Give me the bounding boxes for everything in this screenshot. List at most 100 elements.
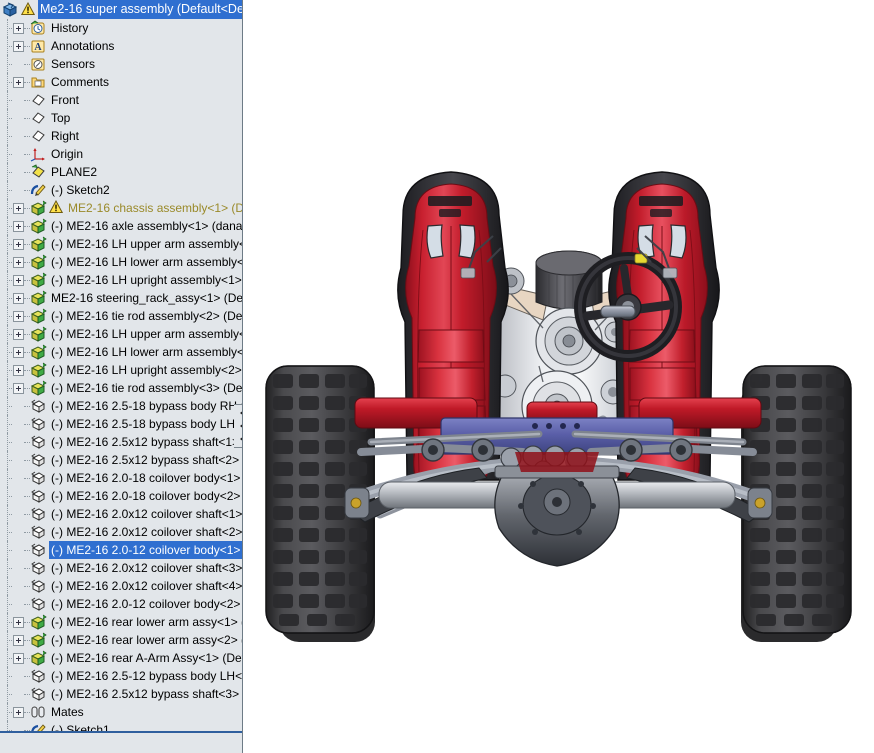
tree-item[interactable]: Front: [0, 91, 242, 109]
tree-item-label: Top: [49, 109, 72, 127]
tree-item-label: (-) ME2-16 tie rod assembly<2> (Defau: [49, 307, 242, 325]
tree-item[interactable]: Right: [0, 127, 242, 145]
tree-flyout-scroll[interactable]: [234, 404, 243, 448]
tree-item[interactable]: Origin: [0, 145, 242, 163]
tree-item[interactable]: (-) ME2-16 rear lower arm assy<1> (D: [0, 613, 242, 631]
tree-item[interactable]: (-) ME2-16 2.5-18 bypass body RH<1>: [0, 397, 242, 415]
tree-item[interactable]: (-) ME2-16 LH upper arm assembly<1: [0, 235, 242, 253]
sketch-icon: [30, 182, 47, 198]
tree-item[interactable]: (-) ME2-16 LH lower arm assembly<1>: [0, 253, 242, 271]
tree-item-label: (-) ME2-16 axle assembly<1> (dana 60: [49, 217, 242, 235]
tree-item[interactable]: (-) ME2-16 2.0-18 coilover body<1> (D: [0, 469, 242, 487]
tree-guide-line: [2, 235, 13, 253]
tree-item[interactable]: (-) Sketch2: [0, 181, 242, 199]
tree-item-label: (-) ME2-16 2.0-18 coilover body<1> (D: [49, 469, 242, 487]
tree-item-label: Comments: [49, 73, 111, 91]
tree-item[interactable]: (-) ME2-16 2.5-18 bypass body LH<1>: [0, 415, 242, 433]
tree-root-item[interactable]: Me2-16 super assembly (Default<Defa: [0, 0, 242, 19]
tree-expander-icon[interactable]: [13, 221, 24, 232]
part-icon: [30, 560, 47, 576]
subassembly-icon: [30, 236, 47, 252]
tree-item[interactable]: History: [0, 19, 242, 37]
tree-item-label: Front: [49, 91, 81, 109]
tree-item-label: (-) ME2-16 2.0x12 coilover shaft<2> (D: [49, 523, 242, 541]
tree-item[interactable]: PLANE2: [0, 163, 242, 181]
tree-expander-icon[interactable]: [13, 653, 24, 664]
tree-item[interactable]: (-) ME2-16 2.0x12 coilover shaft<2> (D: [0, 523, 242, 541]
3d-model-viewport[interactable]: [243, 0, 874, 753]
tree-expander-icon[interactable]: [13, 239, 24, 250]
tree-item-label: Right: [49, 127, 81, 145]
warning-icon: [21, 2, 35, 16]
tree-guide-line: [2, 19, 13, 37]
tree-expander-icon[interactable]: [13, 41, 24, 52]
tree-item[interactable]: (-) ME2-16 2.5-12 bypass body LH<1>: [0, 667, 242, 685]
tree-item-label: Origin: [49, 145, 85, 163]
part-icon: [30, 686, 47, 702]
mates-icon: [30, 704, 47, 720]
tree-guide-line: [2, 253, 13, 271]
tree-item[interactable]: (-) ME2-16 2.5x12 bypass shaft<1> (De: [0, 433, 242, 451]
tree-item[interactable]: (-) ME2-16 rear lower arm assy<2> (D: [0, 631, 242, 649]
plane-icon: [30, 128, 47, 144]
tree-expander-icon[interactable]: [13, 293, 24, 304]
tree-item[interactable]: Comments: [0, 73, 242, 91]
tree-expander-icon[interactable]: [13, 635, 24, 646]
tree-item[interactable]: Top: [0, 109, 242, 127]
tree-expander-icon[interactable]: [13, 707, 24, 718]
part-icon: [30, 416, 47, 432]
tree-item[interactable]: (-) Sketch1: [0, 721, 242, 731]
tree-item[interactable]: (-) ME2-16 tie rod assembly<3> (Defau: [0, 379, 242, 397]
tree-expander-icon[interactable]: [13, 383, 24, 394]
tree-guide-line: [2, 289, 13, 307]
feature-manager-tree-panel[interactable]: Me2-16 super assembly (Default<DefaHisto…: [0, 0, 243, 753]
tree-guide-line: [2, 631, 13, 649]
tree-item-label: Annotations: [49, 37, 116, 55]
tree-guide-line: [2, 145, 13, 163]
tree-item[interactable]: (-) ME2-16 2.0-12 coilover body<1> (D: [0, 541, 242, 559]
feature-tree-scroll-area[interactable]: Me2-16 super assembly (Default<DefaHisto…: [0, 0, 242, 731]
tree-expander-icon[interactable]: [13, 347, 24, 358]
tree-item-label: (-) ME2-16 2.5x12 bypass shaft<2> (De: [49, 451, 242, 469]
tree-item[interactable]: (-) ME2-16 LH upright assembly<2> (: [0, 361, 242, 379]
tree-item[interactable]: Sensors: [0, 55, 242, 73]
tree-expander-icon[interactable]: [13, 77, 24, 88]
tree-item[interactable]: (-) ME2-16 2.0-12 coilover body<2> (D: [0, 595, 242, 613]
tree-guide-line: [2, 55, 13, 73]
tree-expander-icon[interactable]: [13, 311, 24, 322]
tree-item[interactable]: (-) ME2-16 LH lower arm assembly<2:: [0, 343, 242, 361]
tree-guide-line: [2, 577, 13, 595]
tree-item[interactable]: (-) ME2-16 LH upper arm assembly<2: [0, 325, 242, 343]
tree-expander-icon[interactable]: [13, 365, 24, 376]
tree-item[interactable]: AAnnotations: [0, 37, 242, 55]
tree-item[interactable]: (-) ME2-16 2.0x12 coilover shaft<1> (D: [0, 505, 242, 523]
tree-item[interactable]: ME2-16 chassis assembly<1> (Defa: [0, 199, 242, 217]
tree-item[interactable]: (-) ME2-16 2.0-18 coilover body<2> (D: [0, 487, 242, 505]
tree-guide-line: [2, 685, 13, 703]
tree-item-label: (-) ME2-16 2.0-12 coilover body<1> (D: [49, 541, 242, 559]
tree-item-label: (-) ME2-16 2.5-18 bypass body LH<1>: [49, 415, 242, 433]
tree-item[interactable]: (-) ME2-16 2.5x12 bypass shaft<2> (De: [0, 451, 242, 469]
tree-item[interactable]: (-) ME2-16 2.0x12 coilover shaft<4> (D: [0, 577, 242, 595]
tree-item-label: (-) ME2-16 2.5x12 bypass shaft<1> (De: [49, 433, 242, 451]
tree-guide-line: [2, 433, 13, 451]
tree-expander-icon[interactable]: [13, 23, 24, 34]
tree-expander-icon[interactable]: [13, 257, 24, 268]
tree-guide-line: [2, 703, 13, 721]
tree-guide-line: [2, 181, 13, 199]
tree-expander-icon[interactable]: [13, 329, 24, 340]
tree-item-label: Mates: [49, 703, 86, 721]
tree-item-label: (-) ME2-16 LH upper arm assembly<2: [49, 325, 242, 343]
tree-item[interactable]: (-) ME2-16 axle assembly<1> (dana 60: [0, 217, 242, 235]
tree-expander-icon[interactable]: [13, 275, 24, 286]
tree-item[interactable]: (-) ME2-16 2.0x12 coilover shaft<3> (D: [0, 559, 242, 577]
tree-expander-icon[interactable]: [13, 617, 24, 628]
tree-item[interactable]: ME2-16 steering_rack_assy<1> (Defau: [0, 289, 242, 307]
tree-item[interactable]: (-) ME2-16 tie rod assembly<2> (Defau: [0, 307, 242, 325]
tree-item[interactable]: (-) ME2-16 LH upright assembly<1> (: [0, 271, 242, 289]
tree-expander-icon[interactable]: [13, 203, 24, 214]
tree-item[interactable]: (-) ME2-16 2.5x12 bypass shaft<3> (De: [0, 685, 242, 703]
tree-item[interactable]: Mates: [0, 703, 242, 721]
tree-item[interactable]: (-) ME2-16 rear A-Arm Assy<1> (Defau: [0, 649, 242, 667]
part-icon: [30, 488, 47, 504]
